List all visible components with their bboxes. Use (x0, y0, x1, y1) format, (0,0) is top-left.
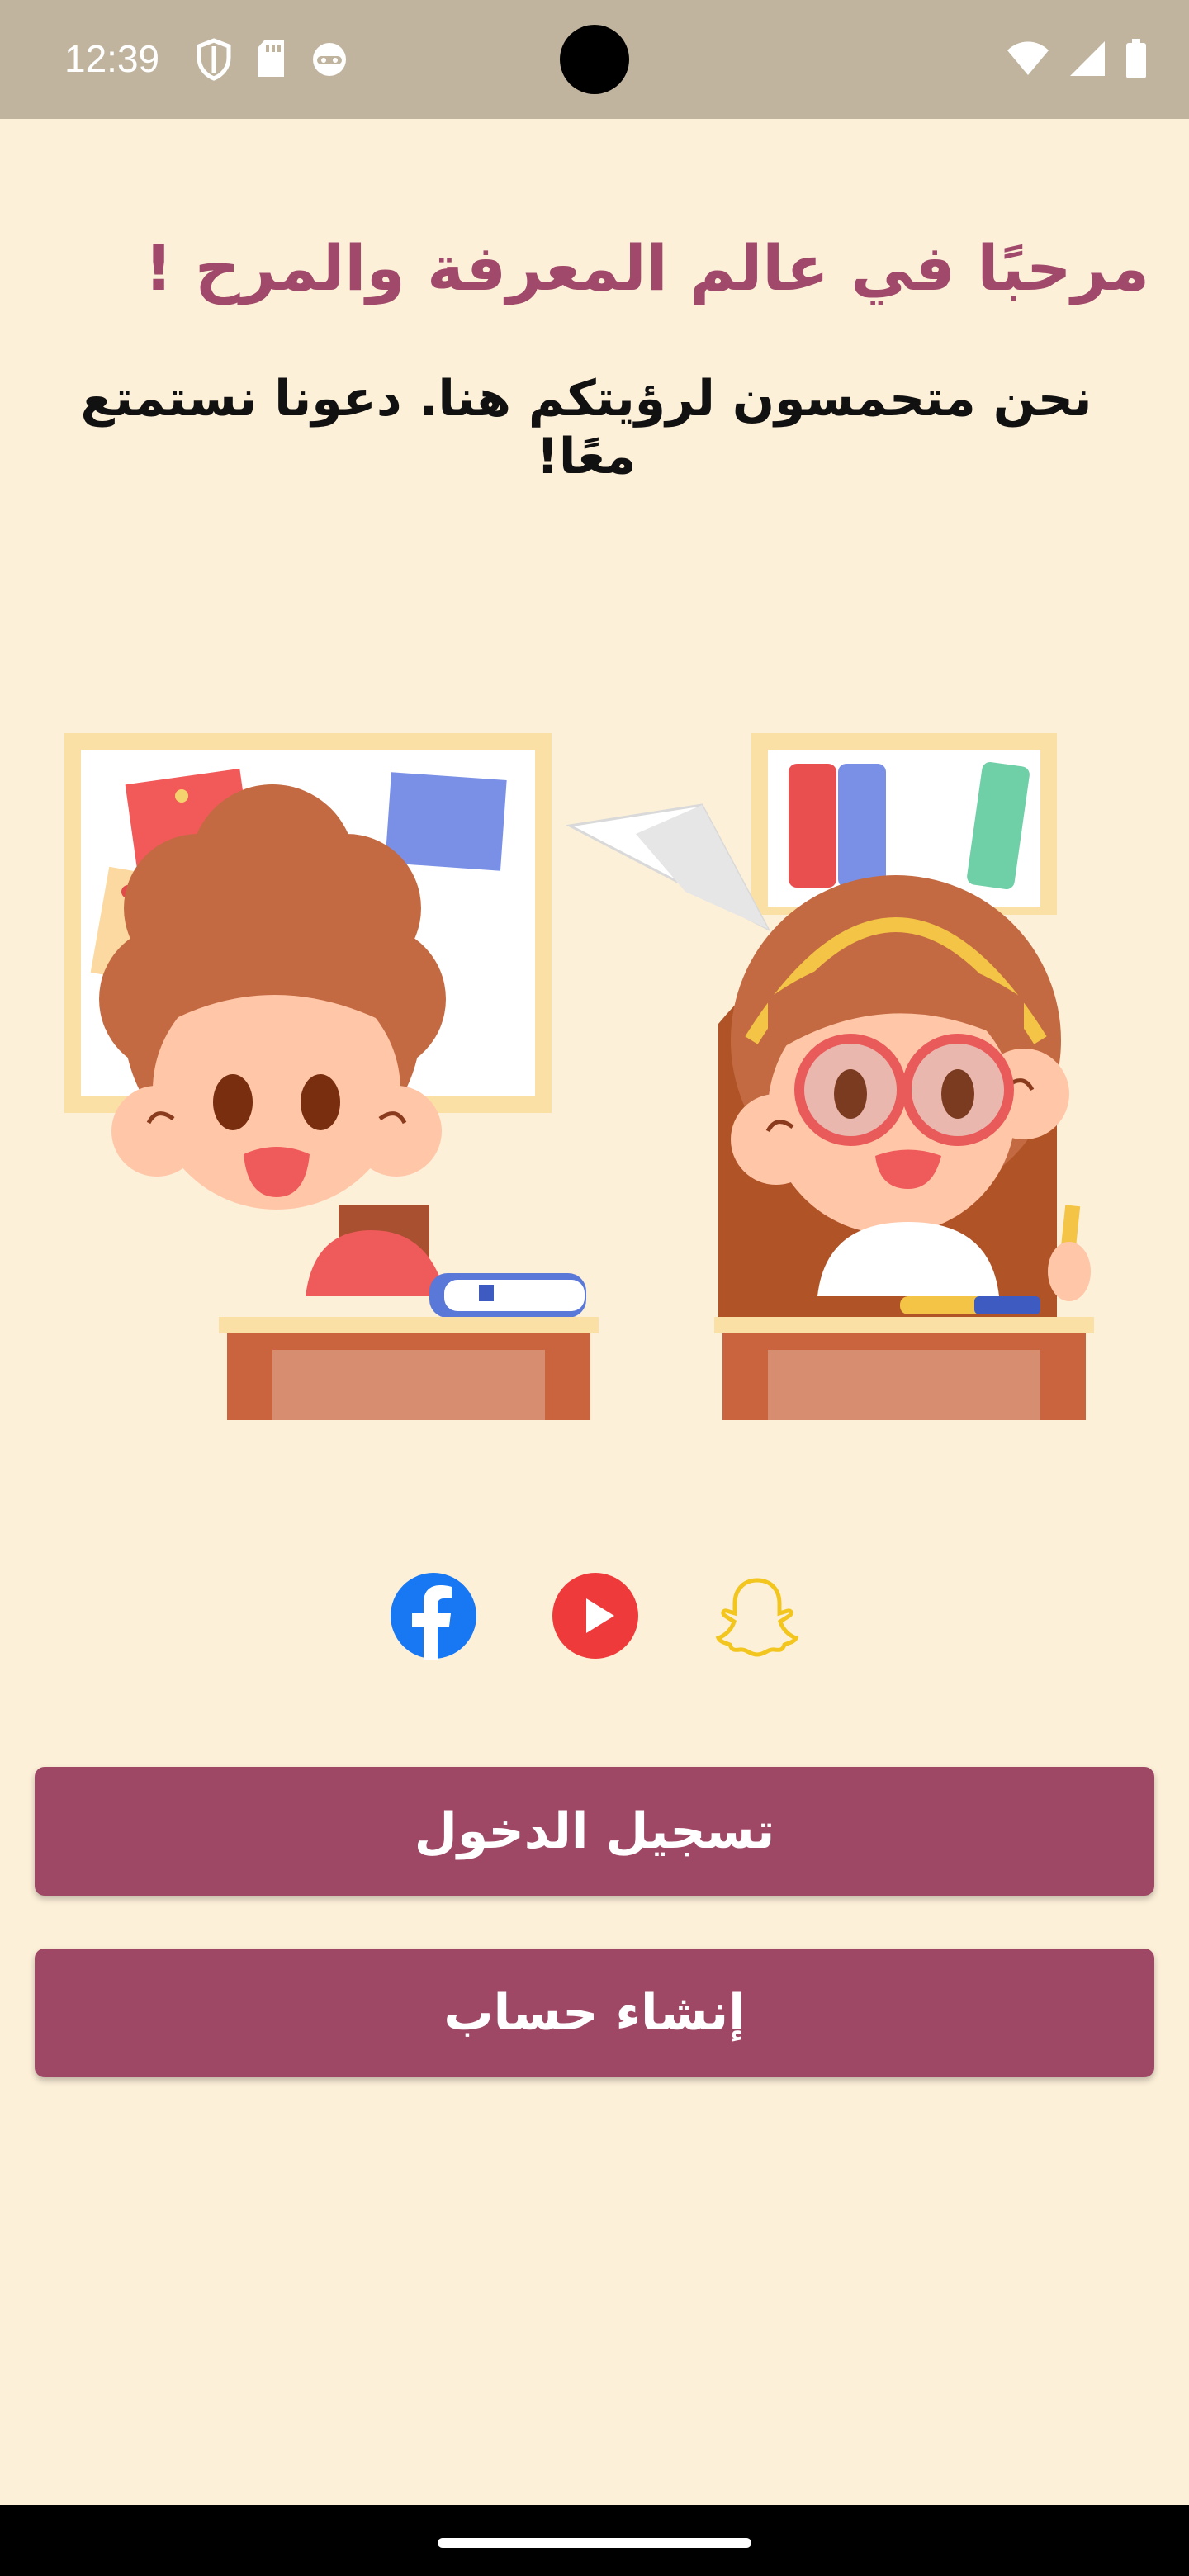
welcome-subtitle: نحن متحمسون لرؤيتكم هنا. دعونا نستمتع مع… (80, 370, 1092, 485)
youtube-button[interactable] (552, 1572, 639, 1660)
social-links (0, 1572, 1189, 1660)
camera-cutout (560, 25, 629, 94)
kids-at-desks-illustration (64, 733, 1094, 1420)
snapchat-icon (715, 1578, 799, 1657)
login-button[interactable]: تسجيل الدخول (35, 1767, 1154, 1896)
status-bar: 12:39 (0, 0, 1189, 119)
facebook-button[interactable] (390, 1572, 477, 1660)
battery-icon (1126, 39, 1146, 78)
youtube-icon (552, 1573, 638, 1659)
status-left-icons (195, 38, 350, 81)
signup-button[interactable]: إنشاء حساب (35, 1949, 1154, 2077)
sd-card-icon (258, 40, 284, 77)
status-time: 12:39 (64, 37, 160, 80)
facebook-icon (391, 1573, 476, 1660)
face-icon (313, 43, 346, 76)
snapchat-button[interactable] (713, 1572, 801, 1660)
cellular-icon (1070, 41, 1105, 76)
status-right-icons (1006, 38, 1148, 79)
home-gesture-handle[interactable] (438, 2538, 751, 2548)
welcome-title: مرحبًا في عالم المعرفة والمرح ! (144, 231, 1149, 305)
navigation-bar (0, 2505, 1189, 2576)
wifi-icon (1007, 41, 1049, 75)
shield-icon (197, 38, 231, 81)
